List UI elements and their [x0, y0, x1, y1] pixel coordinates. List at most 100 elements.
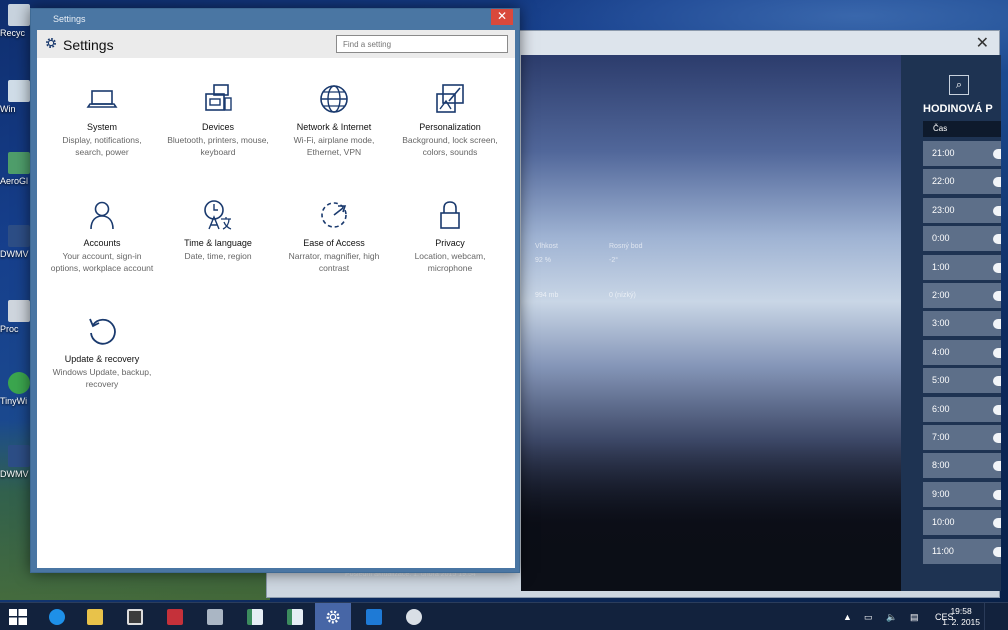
window-icon [247, 609, 263, 625]
recycle-bin-icon [8, 4, 30, 26]
tile-system[interactable]: System Display, notifications, search, p… [44, 82, 160, 158]
tile-privacy[interactable]: Privacy Location, webcam, microphone [392, 198, 508, 274]
taskbar-save-button[interactable] [156, 603, 192, 630]
ie-icon [49, 609, 65, 625]
settings-window[interactable]: Settings ✕ Settings System Display, noti… [30, 8, 520, 573]
desktop-icon-label: TinyWi [0, 396, 28, 406]
hour-label: 21:00 [932, 148, 955, 158]
taskbar-tools-button[interactable] [196, 603, 232, 630]
hour-label: 1:00 [932, 261, 950, 272]
taskbar-settings-button[interactable] [315, 603, 351, 630]
tile-name: Accounts [83, 238, 121, 248]
windows-logo-icon [9, 609, 27, 625]
taskbar-explorer-button[interactable] [76, 603, 112, 630]
personalization-icon [436, 84, 464, 113]
aeroglass-icon [8, 152, 30, 174]
hourly-row[interactable]: 23:00 [923, 197, 1001, 223]
clock[interactable]: 19:58 1. 2. 2015 [942, 606, 980, 628]
settings-client-area: Settings System Display, notifications, … [37, 30, 515, 568]
floppy-icon [167, 609, 183, 625]
search-icon[interactable]: ⌕ [949, 75, 969, 95]
lock-icon [440, 201, 460, 229]
taskbar-app-button[interactable] [276, 603, 312, 630]
hour-label: 10:00 [932, 517, 955, 528]
tile-ease-of-access[interactable]: Ease of Access Narrator, magnifier, high… [276, 198, 392, 274]
hour-label: 6:00 [932, 403, 950, 414]
hourly-row[interactable]: 2:00 [923, 283, 1001, 308]
refresh-icon [89, 318, 116, 345]
app-icon [287, 609, 303, 625]
hourly-row[interactable]: 7:00 [923, 425, 1001, 450]
hourly-row[interactable]: 21:00 [923, 141, 1001, 166]
hourly-row[interactable]: 0:00 [923, 226, 1001, 252]
hourly-row[interactable]: 22:00 [923, 169, 1001, 195]
taskbar-ie-button[interactable] [38, 603, 74, 630]
desktop-icon-label: Proc [0, 324, 19, 334]
hourly-row[interactable]: 11:00 [923, 538, 1001, 564]
hour-label: 23:00 [932, 204, 955, 215]
volume-icon[interactable]: 🔈 [886, 603, 897, 630]
windows-app-icon [8, 80, 30, 102]
taskbar-weather-button[interactable] [355, 603, 391, 630]
hourly-row[interactable]: 10:00 [923, 510, 1001, 536]
taskbar-paint-button[interactable] [395, 603, 431, 630]
uv-value: 0 (nízký) [609, 292, 636, 299]
hourly-row[interactable]: 1:00 [923, 254, 1001, 280]
dwmv-icon [8, 225, 30, 247]
hour-label: 11:00 [932, 545, 954, 556]
desktop-icon-label: DWMV [0, 469, 29, 479]
action-center-icon[interactable]: ▤ [910, 603, 919, 630]
close-button[interactable]: ✕ [491, 9, 513, 25]
tile-accounts[interactable]: Accounts Your account, sign-in options, … [44, 198, 160, 274]
globe-icon [320, 85, 348, 113]
tile-devices[interactable]: Devices Bluetooth, printers, mouse, keyb… [160, 82, 276, 158]
show-desktop-button[interactable] [984, 603, 1008, 630]
settings-titlebar[interactable]: Settings ✕ [31, 9, 519, 30]
tile-name: Privacy [435, 238, 465, 248]
hour-label: 2:00 [932, 290, 950, 300]
clock-time: 19:58 [950, 606, 972, 616]
hourly-row[interactable]: 4:00 [923, 339, 1001, 365]
show-hidden-icons-button[interactable]: ▲ [843, 603, 852, 630]
tile-update-recovery[interactable]: Update & recovery Windows Update, backup… [44, 314, 160, 390]
tile-personalization[interactable]: Personalization Background, lock screen,… [392, 82, 508, 158]
hour-label: 22:00 [932, 176, 955, 187]
hour-label: 3:00 [932, 318, 950, 329]
process-explorer-icon [8, 300, 30, 322]
tile-name: Personalization [419, 122, 481, 132]
hourly-row[interactable]: 9:00 [923, 481, 1001, 507]
search-input[interactable] [336, 35, 508, 53]
tile-description: Bluetooth, printers, mouse, keyboard [167, 135, 269, 157]
desktop-icon-label: DWMV [0, 249, 29, 259]
tile-time-language[interactable]: Time & language Date, time, region [160, 198, 276, 262]
hour-label: 8:00 [932, 460, 950, 471]
tile-network[interactable]: Network & Internet Wi-Fi, airplane mode,… [276, 82, 392, 158]
tools-icon [207, 609, 223, 625]
hourly-row[interactable]: 6:00 [923, 396, 1001, 422]
hour-label: 7:00 [932, 432, 950, 442]
tile-name: Network & Internet [296, 122, 372, 132]
tile-name: Update & recovery [64, 354, 140, 364]
time-language-icon [204, 200, 232, 230]
tile-description: Date, time, region [184, 251, 252, 261]
dwmv-icon [8, 445, 30, 467]
tile-name: Devices [201, 122, 234, 132]
hourly-row[interactable]: 3:00 [923, 311, 1001, 337]
hourly-row[interactable]: 8:00 [923, 453, 1001, 479]
start-button[interactable] [0, 603, 36, 630]
hour-label: 0:00 [932, 233, 950, 244]
tile-name: System [86, 122, 117, 132]
desktop-icon-label: Recyc [0, 28, 26, 38]
desktop-icon-label: Win [0, 104, 16, 114]
paint-icon [406, 609, 422, 625]
hourly-row[interactable]: 5:00 [923, 368, 1001, 394]
folder-icon [87, 609, 103, 625]
ease-of-access-icon [321, 202, 347, 228]
taskbar-window-button[interactable] [236, 603, 272, 630]
tile-description: Your account, sign-in options, workplace… [50, 251, 154, 273]
network-icon[interactable]: ▭ [864, 603, 873, 630]
tile-name: Ease of Access [303, 238, 365, 248]
weather-close-button[interactable]: ✕ [976, 33, 989, 53]
tile-description: Display, notifications, search, power [62, 135, 142, 157]
taskbar-store-button[interactable] [116, 603, 152, 630]
